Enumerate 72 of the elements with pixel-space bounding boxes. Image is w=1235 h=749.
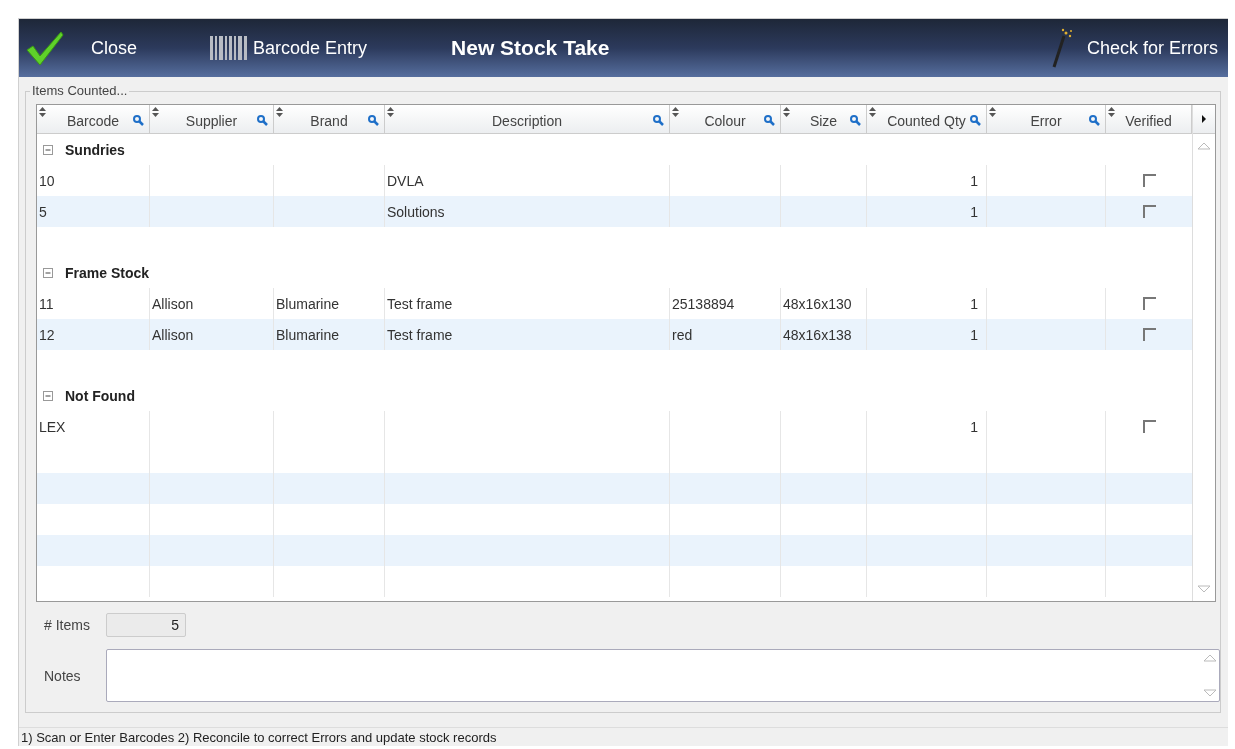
group-box-title: Items Counted... (30, 83, 130, 98)
magic-wand-icon (1050, 28, 1075, 68)
table-cell: Solutions (387, 203, 445, 220)
table-cell: 11 (39, 295, 54, 312)
sort-arrows-icon (783, 107, 790, 117)
barcode-entry-button[interactable]: Barcode Entry (209, 35, 368, 61)
search-icon[interactable] (368, 115, 379, 126)
checkbox[interactable] (1142, 328, 1156, 341)
search-icon[interactable] (850, 115, 861, 126)
column-header[interactable]: Supplier (150, 105, 274, 133)
table-cell: 1 (970, 326, 978, 343)
sort-arrows-icon (387, 107, 394, 117)
search-icon[interactable] (1089, 115, 1100, 126)
checkbox[interactable] (1142, 297, 1156, 310)
barcode-icon (209, 35, 250, 61)
table-cell: Allison (152, 326, 194, 343)
sort-arrows-icon (869, 107, 876, 117)
table-cell: Blumarine (276, 295, 340, 312)
table-cell: Blumarine (276, 326, 340, 343)
column-header[interactable]: Colour (670, 105, 781, 133)
search-icon[interactable] (257, 115, 268, 126)
table-cell: 1 (970, 295, 978, 312)
search-icon[interactable] (764, 115, 775, 126)
column-header[interactable]: Error (987, 105, 1106, 133)
column-header[interactable]: Description (385, 105, 670, 133)
table-cell: 48x16x130 (783, 295, 852, 312)
sort-arrows-icon (989, 107, 996, 117)
table-cell: Allison (152, 295, 194, 312)
table-cell: 25138894 (672, 295, 735, 312)
items-count-field: 5 (106, 613, 186, 637)
column-header[interactable]: Counted Qty (867, 105, 987, 133)
search-icon[interactable] (970, 115, 981, 126)
table-cell: Test frame (387, 295, 453, 312)
window-title: New Stock Take (451, 36, 610, 60)
checkbox[interactable] (1142, 205, 1156, 218)
table-cell: 48x16x138 (783, 326, 852, 343)
column-header[interactable]: Barcode (37, 105, 150, 133)
column-chooser-icon[interactable] (1202, 115, 1206, 123)
checkbox[interactable] (1142, 420, 1156, 433)
table-cell: 12 (39, 326, 55, 343)
table-cell: 5 (39, 203, 47, 220)
column-header[interactable]: Size (781, 105, 867, 133)
check-errors-button[interactable]: Check for Errors (1050, 28, 1218, 68)
notes-label: Notes (43, 667, 82, 684)
table-cell: DVLA (387, 172, 424, 189)
column-header[interactable]: Brand (274, 105, 385, 133)
column-header[interactable]: Verified (1106, 105, 1192, 133)
group-title: Sundries (65, 141, 125, 158)
table-cell: Test frame (387, 326, 453, 343)
sort-arrows-icon (276, 107, 283, 117)
table-cell: 1 (970, 418, 978, 435)
table-cell: LEX (39, 418, 66, 435)
table-cell: 1 (970, 172, 978, 189)
sort-arrows-icon (672, 107, 679, 117)
sort-arrows-icon (39, 107, 46, 117)
collapse-icon[interactable] (43, 267, 53, 278)
table-cell: red (672, 326, 693, 343)
checkbox[interactable] (1142, 174, 1156, 187)
sort-arrows-icon (1108, 107, 1115, 117)
collapse-icon[interactable] (43, 390, 53, 401)
status-text: 1) Scan or Enter Barcodes 2) Reconcile to correct Errors and update stock records (21, 729, 497, 745)
search-icon[interactable] (653, 115, 664, 126)
search-icon[interactable] (133, 115, 144, 126)
group-title: Frame Stock (65, 264, 150, 281)
sort-arrows-icon (152, 107, 159, 117)
checkmark-icon (25, 30, 65, 66)
group-title: Not Found (65, 387, 135, 404)
close-button[interactable]: Close (25, 30, 138, 66)
table-cell: 10 (39, 172, 55, 189)
table-cell: 1 (970, 203, 978, 220)
items-count-label: # Items (43, 617, 91, 633)
collapse-icon[interactable] (43, 144, 53, 155)
